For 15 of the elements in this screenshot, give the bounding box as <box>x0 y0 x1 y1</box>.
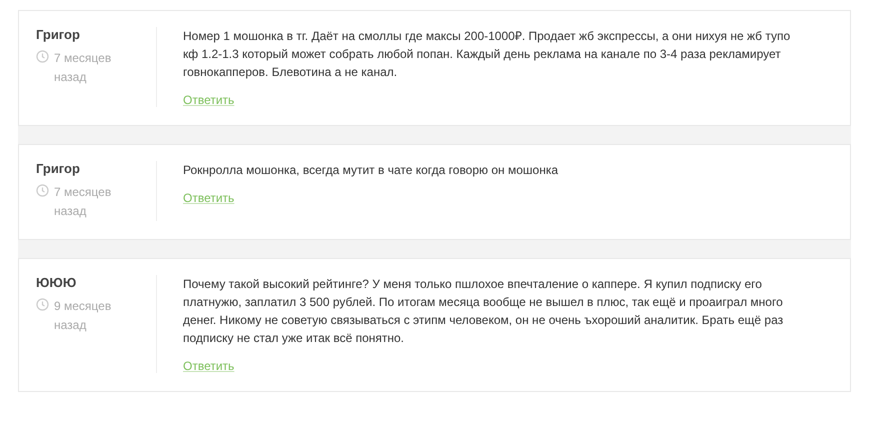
comment-text: Почему такой высокий рейтинге? У меня только пшлохое впечталение о каппере. Я купил подписку его платнужю, заплатил 3 500 рублей. По итогам месяца вообще не вышел в плюс, так ещё и проаиграл много денег. Никому не советую связываться с этипм человеком, он не очень ъхороший аналитик. Брать ещё раз подписку не стал уже итак всё понятно. <box>183 276 784 347</box>
clock-icon <box>36 184 49 197</box>
reply-link[interactable]: Ответить <box>183 359 234 373</box>
comment-text: Номер 1 мошонка в тг. Даёт на смоллы где максы 200-1000₽. Продает жб экспрессы, а они нихуя не жб тупо кф 1.2-1.3 который может собрать любой попан. Каждый день реклама на канале по 3-4 раза рекламирует говнокапперов. Блевотина а не канал. <box>183 28 792 81</box>
comment-text: Рокнролла мошонка, всегда мутит в чате когда говорю он мошонка <box>183 162 560 179</box>
author-name: Григор <box>36 27 81 42</box>
comment-time: 7 месяцев назад <box>54 184 112 220</box>
clock-icon <box>36 50 49 63</box>
clock-icon <box>36 298 49 311</box>
author-name: Григор <box>36 161 81 176</box>
comment-time: 7 месяцев назад <box>54 50 112 86</box>
comment-time: 9 месяцев назад <box>54 298 112 334</box>
reply-link[interactable]: Ответить <box>183 191 234 205</box>
reply-link[interactable]: Ответить <box>183 93 234 107</box>
author-name: ЮЮЮ <box>36 275 78 290</box>
